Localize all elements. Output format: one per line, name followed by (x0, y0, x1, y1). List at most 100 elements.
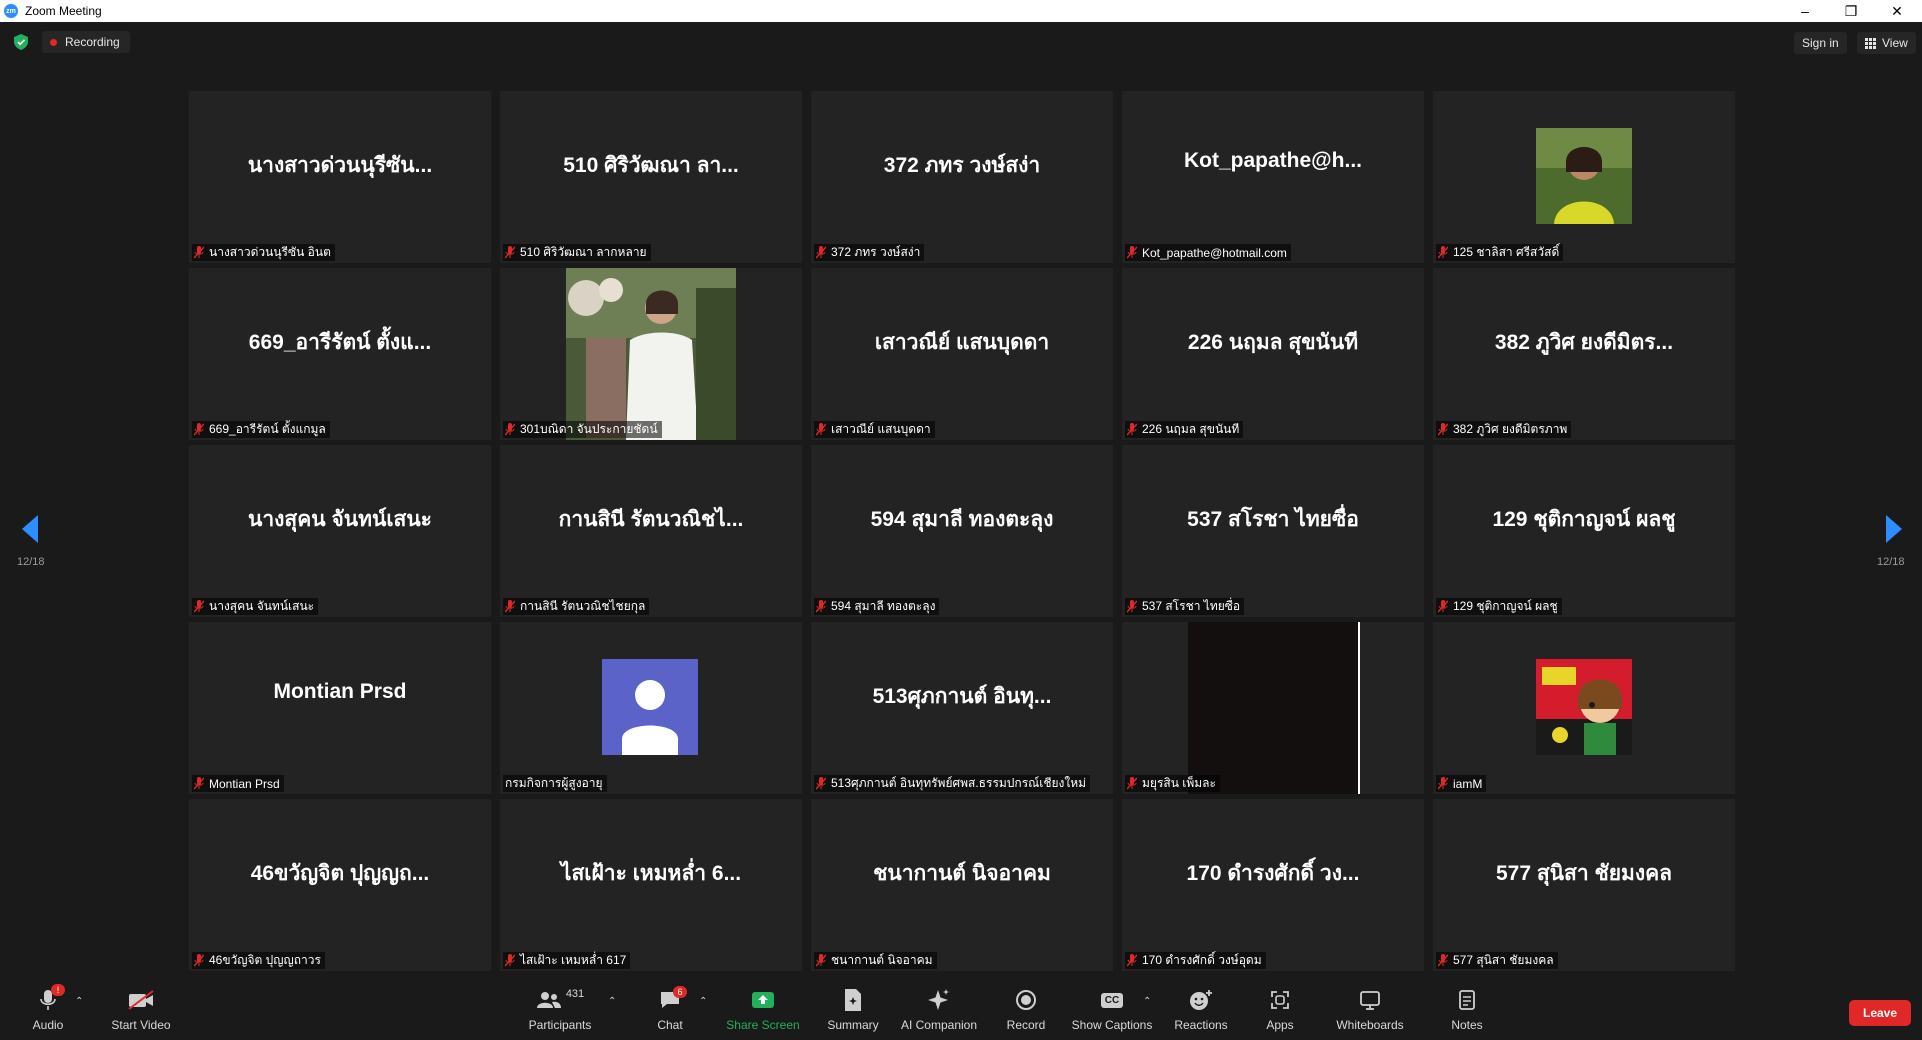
view-button[interactable]: View (1857, 32, 1916, 54)
notes-button[interactable]: Notes (1449, 986, 1485, 1036)
audio-label: Audio (32, 1018, 64, 1032)
participant-label: มยุรสิน เพ็มละ (1125, 775, 1220, 792)
recording-label: Recording (65, 35, 120, 49)
next-page-arrow-icon[interactable] (1886, 515, 1902, 543)
participant-label: 372 ภทร วงษ์สง่า (814, 244, 925, 261)
participant-label-text: 577 สุนิสา ชัยมงคล (1453, 953, 1554, 967)
mic-muted-icon (1127, 246, 1137, 259)
participant-tile[interactable]: 577 สุนิสา ชัยมงคล 577 สุนิสา ชัยมงคล (1433, 799, 1735, 971)
grid-view-icon (1865, 37, 1876, 49)
minimize-icon[interactable]: – (1782, 0, 1828, 22)
participant-tile[interactable]: เสาวณีย์ แสนบุดดา เสาวณีย์ แสนบุดดา (811, 268, 1113, 440)
restore-icon[interactable]: ❐ (1828, 0, 1874, 22)
participants-count: 431 (565, 988, 585, 1000)
chat-button[interactable]: 6 Chat (655, 986, 687, 1036)
participant-tile[interactable]: Montian Prsd Montian Prsd (189, 622, 491, 794)
default-avatar-icon (602, 659, 698, 755)
zoom-logo-icon: zm (4, 4, 18, 18)
whiteboard-icon (1360, 991, 1380, 1010)
participant-tile[interactable]: 125 ชาลิสา ศรีสวัสดิ์ (1433, 91, 1735, 263)
participant-tile[interactable]: กานสินี รัตนวณิชไ... กานสินี รัตนวณิชไชย… (500, 445, 802, 617)
whiteboards-button[interactable]: Whiteboards (1334, 986, 1406, 1036)
participant-tile[interactable]: 537 สโรชา ไทยซื่อ 537 สโรชา ไทยซื่อ (1122, 445, 1424, 617)
participant-label: 125 ชาลิสา ศรีสวัสดิ์ (1436, 244, 1564, 261)
chat-options-caret-icon[interactable]: ⌃ (699, 996, 707, 1007)
participant-label: 382 ภูวิศ ยงดีมิตรภาพ (1436, 421, 1572, 438)
mic-muted-icon (194, 246, 204, 259)
participant-display-name: 669_อารีรัตน์ ตั้งแ... (248, 331, 432, 354)
participant-tile[interactable]: กรมกิจการผู้สูงอายุ (500, 622, 802, 794)
apps-label: Apps (1266, 1018, 1294, 1032)
participant-tile[interactable]: 372 ภทร วงษ์สง่า 372 ภทร วงษ์สง่า (811, 91, 1113, 263)
ai-sparkle-icon (928, 989, 949, 1010)
participant-tile[interactable]: 129 ชุติกาญจน์ ผลชู 129 ชุติกาญจน์ ผลชู (1433, 445, 1735, 617)
participant-label: เสาวณีย์ แสนบุดดา (814, 421, 935, 438)
participant-tile[interactable]: iamM (1433, 622, 1735, 794)
show-captions-button[interactable]: CC Show Captions (1071, 986, 1153, 1036)
participant-tile[interactable]: 301บณิดา จันประกายชัดน์ (500, 268, 802, 440)
participant-display-name: 513ศุภกานต์ อินทุ... (872, 685, 1052, 708)
participant-display-name: 594 สุมาลี ทองตะลุง (870, 508, 1054, 531)
close-icon[interactable]: ✕ (1874, 0, 1920, 22)
participant-display-name: 372 ภทร วงษ์สง่า (883, 154, 1041, 177)
participant-label-text: 372 ภทร วงษ์สง่า (831, 245, 921, 259)
participant-display-name: นางสุคน จันทน์เสนะ (248, 508, 432, 531)
reactions-button[interactable]: Reactions (1174, 986, 1228, 1036)
participant-label-text: ไสเฝ้าะ เหมหล่ำ 617 (520, 953, 627, 967)
participant-label-text: 125 ชาลิสา ศรีสวัสดิ์ (1453, 245, 1560, 259)
participant-tile[interactable]: นางสาวด่วนนุรีซัน... นางสาวด่วนนุรีซัน อ… (189, 91, 491, 263)
leave-button[interactable]: Leave (1849, 1000, 1911, 1026)
participant-label-text: Montian Prsd (209, 776, 280, 791)
participant-tile[interactable]: นางสุคน จันทน์เสนะ นางสุคน จันทน์เสนะ (189, 445, 491, 617)
participant-tile[interactable]: 226 นฤมล สุขนันที 226 นฤมล สุขนันที (1122, 268, 1424, 440)
record-icon (1016, 990, 1036, 1010)
participant-label-text: 170 ดำรงศักดิ์ วงษ์อุดม (1142, 953, 1262, 967)
participant-tile[interactable]: ชนากานต์ นิจอาคม ชนากานต์ นิจอาคม (811, 799, 1113, 971)
participant-tile[interactable]: 170 ดำรงศักดิ์ วง... 170 ดำรงศักดิ์ วงษ์… (1122, 799, 1424, 971)
summary-label: Summary (827, 1018, 879, 1032)
participant-tile[interactable]: มยุรสิน เพ็มละ (1122, 622, 1424, 794)
participant-tile[interactable]: 669_อารีรัตน์ ตั้งแ... 669_อารีรัตน์ ตั้… (189, 268, 491, 440)
participant-label-text: นางสุคน จันทน์เสนะ (209, 599, 315, 613)
participant-label-text: กานสินี รัตนวณิชไชยกุล (520, 599, 646, 613)
ai-companion-button[interactable]: AI Companion (899, 986, 979, 1036)
sign-in-button[interactable]: Sign in (1794, 32, 1847, 54)
participant-label-text: 226 นฤมล สุขนันที (1142, 422, 1240, 436)
reactions-smiley-icon (1190, 990, 1212, 1010)
participant-display-name: 170 ดำรงศักดิ์ วง... (1186, 862, 1360, 885)
security-shield-icon[interactable] (14, 34, 28, 50)
start-video-button[interactable]: Start Video (106, 986, 176, 1036)
participant-tile[interactable]: 46ขวัญจิต ปุญญถ... 46ขวัญจิต ปุญญถาวร (189, 799, 491, 971)
share-screen-button[interactable]: Share Screen (726, 986, 800, 1036)
previous-page-arrow-icon[interactable] (22, 515, 38, 543)
summary-button[interactable]: Summary (823, 986, 883, 1036)
participant-label: 510 ศิริวัฒณา ลากหลาย (503, 244, 651, 261)
audio-options-caret-icon[interactable]: ⌃ (75, 996, 83, 1007)
ai-companion-label: AI Companion (900, 1018, 978, 1032)
participant-tile[interactable]: Kot_papathe@h... Kot_papathe@hotmail.com (1122, 91, 1424, 263)
recording-badge[interactable]: Recording (42, 31, 130, 53)
participant-label: 301บณิดา จันประกายชัดน์ (503, 421, 662, 438)
apps-button[interactable]: Apps (1265, 986, 1295, 1036)
participant-tile[interactable]: 594 สุมาลี ทองตะลุง 594 สุมาลี ทองตะลุง (811, 445, 1113, 617)
participant-tile[interactable]: ไสเฝ้าะ เหมหล่ำ 6... ไสเฝ้าะ เหมหล่ำ 617 (500, 799, 802, 971)
mic-muted-icon (505, 600, 515, 613)
participants-button[interactable]: 431 Participants (526, 986, 594, 1036)
audio-button[interactable]: ! Audio (28, 984, 68, 1036)
record-button[interactable]: Record (1005, 986, 1047, 1036)
notes-label: Notes (1451, 1018, 1483, 1032)
participant-tile[interactable]: 510 ศิริวัฒณา ลา... 510 ศิริวัฒณา ลากหลา… (500, 91, 802, 263)
participant-label-text: 537 สโรชา ไทยซื่อ (1142, 599, 1241, 613)
participant-label-text: เสาวณีย์ แสนบุดดา (831, 422, 931, 436)
participant-tile[interactable]: 382 ภูวิศ ยงดีมิตร... 382 ภูวิศ ยงดีมิตร… (1433, 268, 1735, 440)
participant-display-name: 46ขวัญจิต ปุญญถ... (250, 862, 430, 885)
participant-label: Kot_papathe@hotmail.com (1125, 244, 1291, 261)
participant-tile[interactable]: 513ศุภกานต์ อินทุ... 513ศุภกานต์ อินทุทร… (811, 622, 1113, 794)
mic-muted-icon (1438, 954, 1448, 967)
participant-display-name: ชนากานต์ นิจอาคม (873, 862, 1051, 885)
participant-label: 537 สโรชา ไทยซื่อ (1125, 598, 1245, 615)
participant-display-name: 129 ชุติกาญจน์ ผลชู (1492, 508, 1676, 531)
participants-options-caret-icon[interactable]: ⌃ (608, 996, 616, 1007)
participant-video-feed (1188, 622, 1360, 794)
captions-options-caret-icon[interactable]: ⌃ (1143, 996, 1151, 1007)
